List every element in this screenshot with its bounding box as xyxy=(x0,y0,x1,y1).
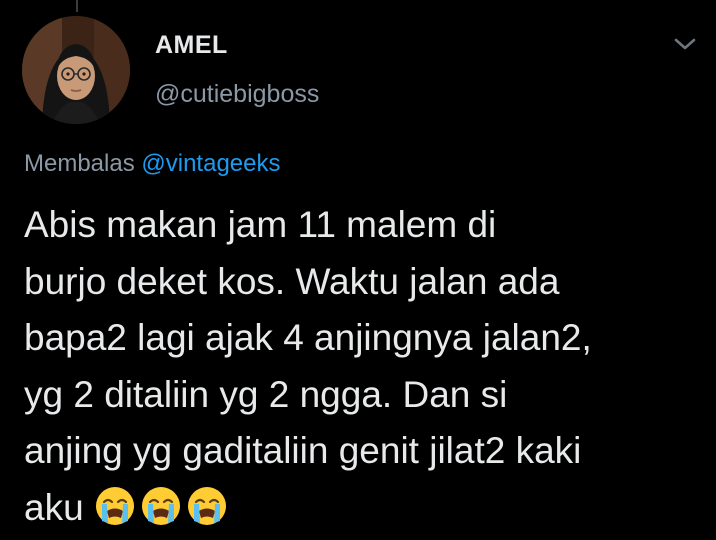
tweet-text-line: anjing yg gaditaliin genit jilat2 kaki xyxy=(24,430,582,471)
loudly-crying-face-icon xyxy=(95,486,134,525)
tweet-text: Abis makan jam 11 malem di burjo deket k… xyxy=(24,197,704,536)
tweet-text-line: aku xyxy=(24,486,84,528)
tweet-text-line: bapa2 lagi ajak 4 anjingnya jalan2, xyxy=(24,317,592,358)
chevron-down-icon[interactable] xyxy=(669,30,701,58)
loudly-crying-face-icon xyxy=(141,486,180,525)
loudly-crying-face-icon xyxy=(187,486,226,525)
reply-prefix: Membalas xyxy=(24,150,135,177)
avatar-photo xyxy=(22,16,130,124)
tweet-text-line: yg 2 ditaliin yg 2 ngga. Dan si xyxy=(24,373,508,415)
author-handle[interactable]: @cutiebigboss xyxy=(155,80,319,109)
author-name[interactable]: AMEL xyxy=(155,31,228,60)
tweet-text-last-line: aku xyxy=(24,480,704,537)
tweet-text-line: Abis makan jam 11 malem di xyxy=(24,204,497,245)
reply-mention-link[interactable]: @vintageeks xyxy=(141,150,280,177)
avatar[interactable] xyxy=(22,16,130,124)
tweet-text-line: burjo deket kos. Waktu jalan ada xyxy=(24,260,560,302)
reply-context: Membalas @vintageeks xyxy=(24,150,281,178)
thread-connector-line xyxy=(76,0,78,12)
